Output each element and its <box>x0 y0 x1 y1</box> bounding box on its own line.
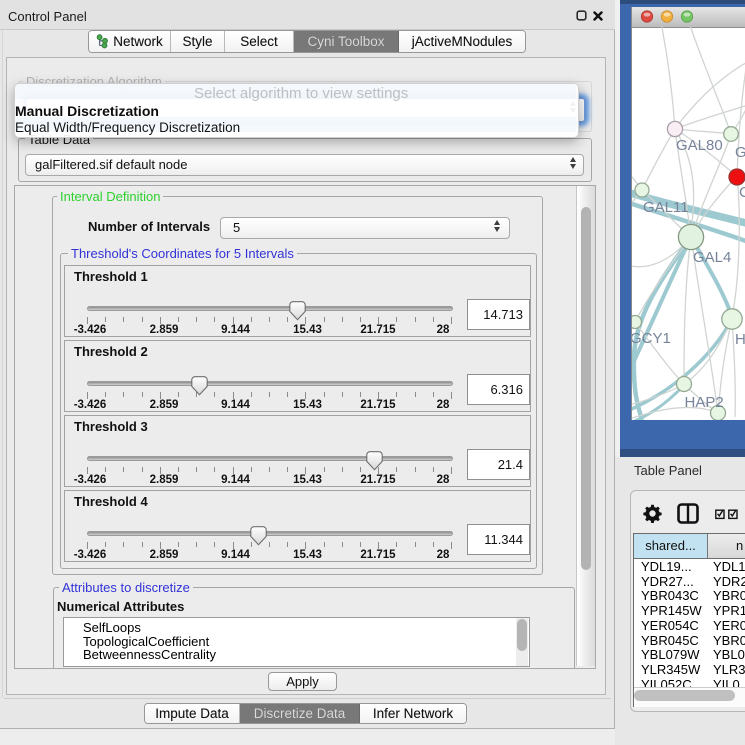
svg-text:GAL80: GAL80 <box>676 137 723 154</box>
svg-text:GAL4: GAL4 <box>693 249 731 266</box>
svg-text:H: H <box>735 331 745 348</box>
svg-text:C: C <box>739 184 745 201</box>
svg-text:GCY1: GCY1 <box>632 330 671 347</box>
svg-text:GAL11: GAL11 <box>643 199 689 216</box>
svg-text:HAP2: HAP2 <box>685 394 724 411</box>
svg-text:G.: G. <box>735 144 745 161</box>
